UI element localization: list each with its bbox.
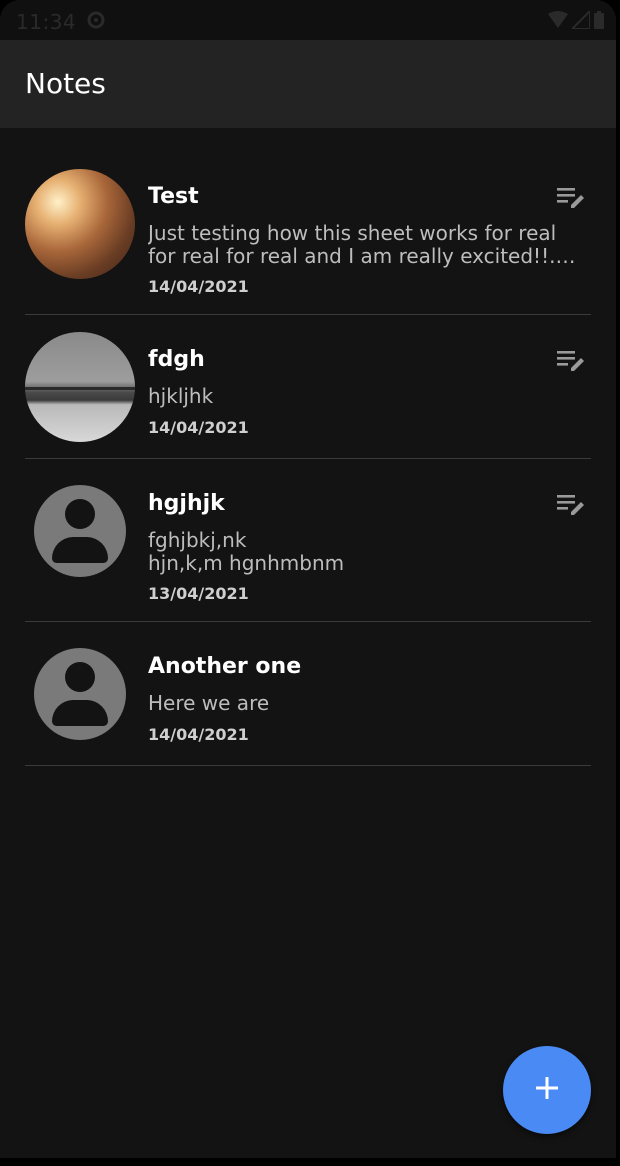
- note-body: Here we are: [148, 691, 270, 715]
- person-head: [65, 499, 95, 529]
- person-body: [52, 700, 108, 726]
- note-title: hgjhjk: [148, 491, 225, 516]
- wifi-icon: [548, 10, 568, 34]
- note-list-item[interactable]: hgjhjk fghjbkj,nk hjn,k,m hgnhmbnm 13/04…: [25, 476, 591, 606]
- person-placeholder-icon: [34, 648, 126, 740]
- plus-icon: [534, 1075, 560, 1105]
- sync-icon: [86, 10, 106, 35]
- status-icons: [548, 8, 604, 34]
- edit-note-icon[interactable]: [557, 186, 587, 212]
- person-head: [65, 662, 95, 692]
- person-body: [52, 537, 108, 563]
- note-avatar-photo: [25, 169, 135, 279]
- add-note-button[interactable]: [503, 1046, 591, 1134]
- edit-note-icon[interactable]: [557, 349, 587, 375]
- note-title: Another one: [148, 654, 302, 679]
- battery-icon: [594, 10, 604, 34]
- note-body: Just testing how this sheet works for re…: [148, 222, 557, 268]
- note-title: Test: [148, 184, 199, 209]
- note-list-item[interactable]: Another one Here we are 14/04/2021: [25, 639, 591, 754]
- divider: [25, 765, 591, 766]
- person-placeholder-icon: [34, 485, 126, 577]
- status-bar: 11:34: [0, 0, 616, 40]
- note-date: 14/04/2021: [148, 418, 249, 437]
- note-list-item[interactable]: fdgh hjkljhk 14/04/2021: [25, 332, 591, 447]
- note-title: fdgh: [148, 347, 205, 372]
- navigation-bar-edge: [0, 1158, 620, 1166]
- photo-detail: [25, 387, 135, 390]
- divider: [25, 314, 591, 315]
- note-date: 13/04/2021: [148, 584, 249, 603]
- note-body: hjkljhk: [148, 384, 214, 408]
- note-list-item[interactable]: Test Just testing how this sheet works f…: [25, 169, 591, 299]
- page-title: Notes: [25, 67, 106, 100]
- note-body: fghjbkj,nk hjn,k,m hgnhmbnm: [148, 528, 345, 575]
- app-bar: Notes: [0, 40, 616, 128]
- app-screen: 11:34 Notes Test Just testing how this s…: [0, 0, 616, 1158]
- divider: [25, 458, 591, 459]
- divider: [25, 621, 591, 622]
- note-date: 14/04/2021: [148, 277, 249, 296]
- note-date: 14/04/2021: [148, 725, 249, 744]
- signal-icon: [569, 8, 591, 34]
- note-avatar-photo: [25, 332, 135, 442]
- status-time: 11:34: [16, 10, 77, 34]
- edit-note-icon[interactable]: [557, 493, 587, 519]
